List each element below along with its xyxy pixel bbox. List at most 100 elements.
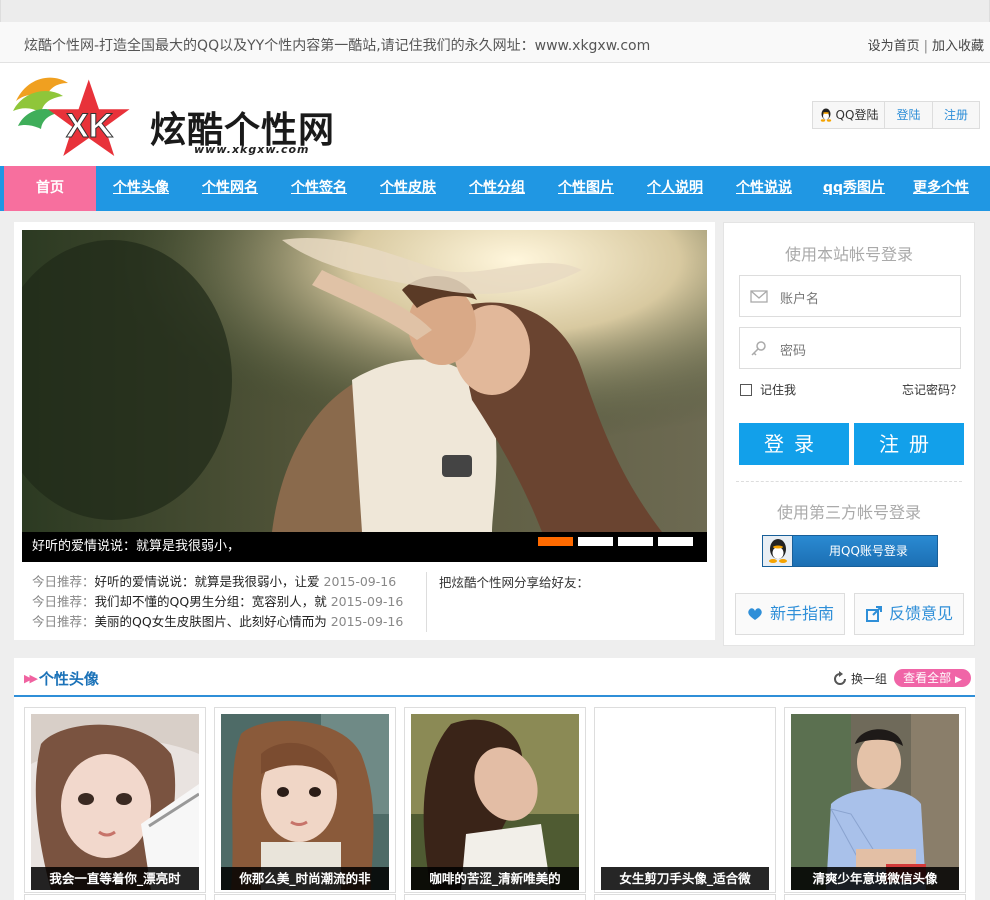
nav-item-nickname[interactable]: 个性网名 [202,166,258,211]
avatar-thumbnail [601,714,769,890]
header-login-link[interactable]: 登陆 [885,102,933,128]
nav-item-skin[interactable]: 个性皮肤 [380,166,436,211]
heart-hand-icon [748,608,762,620]
header-register-link[interactable]: 注册 [933,102,979,128]
nav-home[interactable]: 首页 [4,166,96,211]
next-row-card [594,894,776,900]
qq-button-label: 用QQ账号登录 [829,544,908,558]
guide-button[interactable]: 新手指南 [735,593,845,635]
username-placeholder: 账户名 [780,292,820,307]
slider-dot-3[interactable] [618,537,653,546]
remember-label: 记住我 [760,383,797,397]
qq-penguin-icon [820,108,831,122]
main-nav: 首页 个性头像 个性网名 个性签名 个性皮肤 个性分组 个性图片 个人说明 个性… [0,166,990,211]
guide-label: 新手指南 [769,604,834,623]
next-row-card [24,894,206,900]
recommend-row[interactable]: 今日推荐：我们却不懂的QQ男生分组：宽容别人，就 2015-09-16 [32,592,432,612]
top-link-separator: | [923,39,928,54]
recommend-title[interactable]: 我们却不懂的QQ男生分组：宽容别人，就 [95,594,327,609]
double-arrow-icon: ▶▶ [24,672,38,685]
envelope-icon [750,290,768,303]
view-all-button[interactable]: 查看全部 ▶ [894,669,971,687]
top-notice-bar: 炫酷个性网-打造全国最大的QQ以及YY个性内容第一酷站,请记住我们的永久网址：w… [0,22,990,63]
avatar-caption: 女生剪刀手头像_适合微 [601,867,769,890]
qq-account-login-button[interactable]: 用QQ账号登录 [762,535,938,567]
remember-me[interactable]: 记住我 [740,381,796,398]
login-button[interactable]: 登录 [739,423,849,465]
nav-item-profile[interactable]: 个人说明 [647,166,703,211]
remember-checkbox[interactable] [740,383,752,396]
login-panel: 使用本站帐号登录 账户名 密码 记住我 忘记密码？ 登录 注册 使用第三方帐号登… [723,222,975,646]
recommend-title[interactable]: 好听的爱情说说：就算是我很弱小，让爱 [95,574,320,589]
svg-text:XK: XK [66,107,114,145]
refresh-icon [834,670,846,685]
set-home-link[interactable]: 设为首页 [868,39,920,54]
nav-item-group[interactable]: 个性分组 [469,166,525,211]
recommend-label: 今日推荐： [32,594,95,609]
recommend-label: 今日推荐： [32,614,95,629]
qq-penguin-icon [763,536,793,566]
site-notice: 炫酷个性网-打造全国最大的QQ以及YY个性内容第一酷站,请记住我们的永久网址：w… [24,38,651,54]
nav-item-status[interactable]: 个性说说 [736,166,792,211]
nav-item-qqshow[interactable]: qq秀图片 [823,166,885,211]
add-favorite-link[interactable]: 加入收藏 [932,39,984,54]
avatar-card[interactable]: 女生剪刀手头像_适合微 [594,707,776,893]
recommend-title[interactable]: 美丽的QQ女生皮肤图片、此刻好心情而为 [95,614,327,629]
browser-strip [0,0,990,22]
password-placeholder: 密码 [780,344,807,359]
swap-group-button[interactable]: 换一组 [832,670,887,687]
qq-login-link[interactable]: QQ登陆 [813,102,885,128]
today-recommend-list: 今日推荐：好听的爱情说说：就算是我很弱小，让爱 2015-09-16 今日推荐：… [32,572,432,632]
section-title[interactable]: ▶▶ 个性头像 [24,668,99,689]
recommend-row[interactable]: 今日推荐：好听的爱情说说：就算是我很弱小，让爱 2015-09-16 [32,572,432,592]
avatar-caption: 你那么美_时尚潮流的非 [221,867,389,890]
nav-item-signature[interactable]: 个性签名 [291,166,347,211]
password-field[interactable]: 密码 [739,327,961,369]
third-party-title: 使用第三方帐号登录 [776,503,921,522]
header-login-box: QQ登陆 登陆 注册 [812,101,980,129]
section-title-label: 个性头像 [38,670,99,688]
avatar-card[interactable]: 咖啡的苦涩_清新唯美的 [404,707,586,893]
qq-login-label: QQ登陆 [835,108,879,122]
external-share-icon [865,606,882,622]
nav-item-picture[interactable]: 个性图片 [558,166,614,211]
avatar-section: ▶▶ 个性头像 换一组 查看全部 ▶ 我会一直等着你_漂亮时 你那么美_时尚潮流… [14,658,975,900]
logo-url: www.xkgxw.com [194,143,310,156]
avatar-caption: 我会一直等着你_漂亮时 [31,867,199,890]
username-field[interactable]: 账户名 [739,275,961,317]
feedback-label: 反馈意见 [888,604,953,623]
hero-photo [22,230,707,532]
avatar-thumbnail [411,714,579,890]
avatar-thumbnail [221,714,389,890]
view-all-label: 查看全部 [903,671,952,685]
next-row-card [784,894,966,900]
avatar-thumbnail [791,714,959,890]
key-icon [751,341,766,356]
slider-dot-2[interactable] [578,537,613,546]
recommend-date: 2015-09-16 [330,614,404,629]
forgot-password-link[interactable]: 忘记密码？ [902,381,962,398]
swap-label: 换一组 [851,672,888,686]
avatar-caption: 咖啡的苦涩_清新唯美的 [411,867,579,890]
slider-dot-1[interactable] [538,537,573,546]
avatar-thumbnail [31,714,199,890]
feedback-button[interactable]: 反馈意见 [854,593,964,635]
top-links: 设为首页 | 加入收藏 [868,35,984,54]
avatar-card[interactable]: 你那么美_时尚潮流的非 [214,707,396,893]
site-logo[interactable]: XK 炫酷个性网 www.xkgxw.com [8,71,334,161]
site-header: XK 炫酷个性网 www.xkgxw.com QQ登陆 登陆 注册 [0,63,990,166]
next-row-card [214,894,396,900]
recommend-date: 2015-09-16 [330,594,404,609]
slider-dots [538,537,693,546]
slider-dot-4[interactable] [658,537,693,546]
avatar-card[interactable]: 清爽少年意境微信头像 [784,707,966,893]
nav-item-more[interactable]: 更多个性 [913,166,969,211]
nav-item-avatar[interactable]: 个性头像 [113,166,169,211]
register-button[interactable]: 注册 [854,423,964,465]
recommend-date: 2015-09-16 [323,574,397,589]
hero-slider[interactable]: 好听的爱情说说：就算是我很弱小， [22,230,707,562]
logo-star-icon: XK [13,77,130,156]
recommend-row[interactable]: 今日推荐：美丽的QQ女生皮肤图片、此刻好心情而为 2015-09-16 [32,612,432,632]
avatar-card[interactable]: 我会一直等着你_漂亮时 [24,707,206,893]
section-header: ▶▶ 个性头像 换一组 查看全部 ▶ [14,658,975,697]
